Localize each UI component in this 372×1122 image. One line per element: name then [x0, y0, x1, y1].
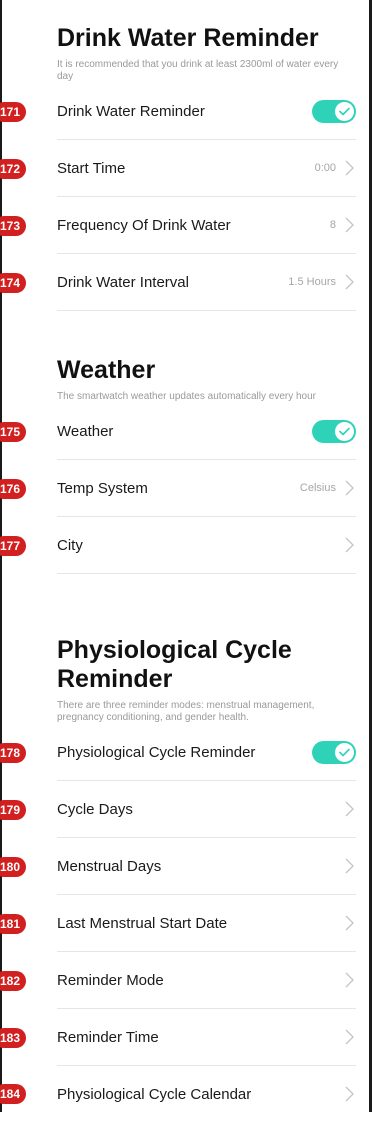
annotation-badge: 181	[0, 913, 26, 934]
weather-section: Weather The smartwatch weather updates a…	[0, 356, 372, 574]
row-label: Menstrual Days	[57, 857, 162, 875]
row-label: Reminder Mode	[57, 971, 164, 989]
annotation-badge: 176	[0, 478, 26, 499]
section-title: Physiological Cycle Reminder	[57, 636, 292, 693]
check-icon	[335, 742, 354, 762]
menstrual-days-row[interactable]: 180 Menstrual Days	[0, 838, 356, 895]
city-row[interactable]: 177 City	[0, 517, 356, 574]
weather-row[interactable]: 175 Weather	[0, 403, 356, 460]
physiological-cycle-toggle[interactable]	[312, 740, 356, 764]
section-title: Drink Water Reminder	[57, 24, 319, 52]
row-label: Physiological Cycle Calendar	[57, 1085, 252, 1103]
annotation-badge: 180	[0, 856, 26, 877]
start-time-value: 0:00	[314, 162, 336, 174]
row-label: Temp System	[57, 479, 148, 497]
physiological-cycle-calendar-row[interactable]: 184 Physiological Cycle Calendar	[0, 1066, 356, 1122]
annotation-badge: 173	[0, 215, 26, 236]
section-description: The smartwatch weather updates automatic…	[57, 391, 317, 402]
reminder-mode-row[interactable]: 182 Reminder Mode	[0, 952, 356, 1009]
annotation-badge: 171	[0, 101, 26, 122]
row-label: Start Time	[57, 159, 126, 177]
drink-water-reminder-row[interactable]: 171 Drink Water Reminder	[0, 83, 356, 140]
annotation-badge: 184	[0, 1084, 26, 1104]
chevron-right-icon	[345, 274, 354, 290]
annotation-badge: 172	[0, 158, 26, 179]
row-label: Last Menstrual Start Date	[57, 914, 228, 932]
section-description: There are three reminder modes: menstrua…	[57, 700, 315, 723]
row-label: Drink Water Interval	[57, 273, 189, 291]
annotation-badge: 183	[0, 1027, 26, 1048]
row-label: Reminder Time	[57, 1028, 159, 1046]
last-menstrual-start-date-row[interactable]: 181 Last Menstrual Start Date	[0, 895, 356, 952]
reminder-time-row[interactable]: 183 Reminder Time	[0, 1009, 356, 1066]
annotation-badge: 182	[0, 970, 26, 991]
frequency-of-drink-water-row[interactable]: 173 Frequency Of Drink Water 8	[0, 197, 356, 254]
row-label: City	[57, 536, 83, 554]
temp-system-row[interactable]: 176 Temp System Celsius	[0, 460, 356, 517]
drink-water-interval-row[interactable]: 174 Drink Water Interval 1.5 Hours	[0, 254, 356, 311]
annotation-badge: 174	[0, 272, 26, 293]
chevron-right-icon	[345, 537, 354, 553]
drink-water-reminder-toggle[interactable]	[312, 99, 356, 123]
physiological-cycle-section: Physiological Cycle Reminder There are t…	[0, 636, 372, 1122]
annotation-badge: 178	[0, 742, 26, 763]
row-label: Cycle Days	[57, 800, 133, 818]
physiological-cycle-reminder-row[interactable]: 178 Physiological Cycle Reminder	[0, 724, 356, 781]
chevron-right-icon	[345, 858, 354, 874]
chevron-right-icon	[345, 801, 354, 817]
check-icon	[335, 421, 354, 441]
frequency-value: 8	[329, 219, 336, 231]
chevron-right-icon	[345, 217, 354, 233]
row-label: Drink Water Reminder	[57, 102, 205, 120]
check-icon	[335, 101, 354, 121]
drink-water-section: Drink Water Reminder It is recommended t…	[0, 24, 372, 311]
row-label: Frequency Of Drink Water	[57, 216, 231, 234]
section-title: Weather	[57, 356, 156, 384]
annotation-badge: 177	[0, 535, 26, 556]
chevron-right-icon	[345, 972, 354, 988]
annotation-badge: 175	[0, 421, 26, 442]
row-label: Weather	[57, 422, 114, 440]
chevron-right-icon	[345, 160, 354, 176]
weather-toggle[interactable]	[312, 419, 356, 443]
start-time-row[interactable]: 172 Start Time 0:00	[0, 140, 356, 197]
chevron-right-icon	[345, 915, 354, 931]
chevron-right-icon	[345, 1029, 354, 1045]
chevron-right-icon	[345, 480, 354, 496]
annotation-badge: 179	[0, 799, 26, 820]
row-label: Physiological Cycle Reminder	[57, 743, 256, 761]
chevron-right-icon	[345, 1086, 354, 1102]
cycle-days-row[interactable]: 179 Cycle Days	[0, 781, 356, 838]
interval-value: 1.5 Hours	[288, 276, 336, 288]
section-description: It is recommended that you drink at leas…	[57, 59, 339, 82]
temp-system-value: Celsius	[299, 482, 336, 494]
